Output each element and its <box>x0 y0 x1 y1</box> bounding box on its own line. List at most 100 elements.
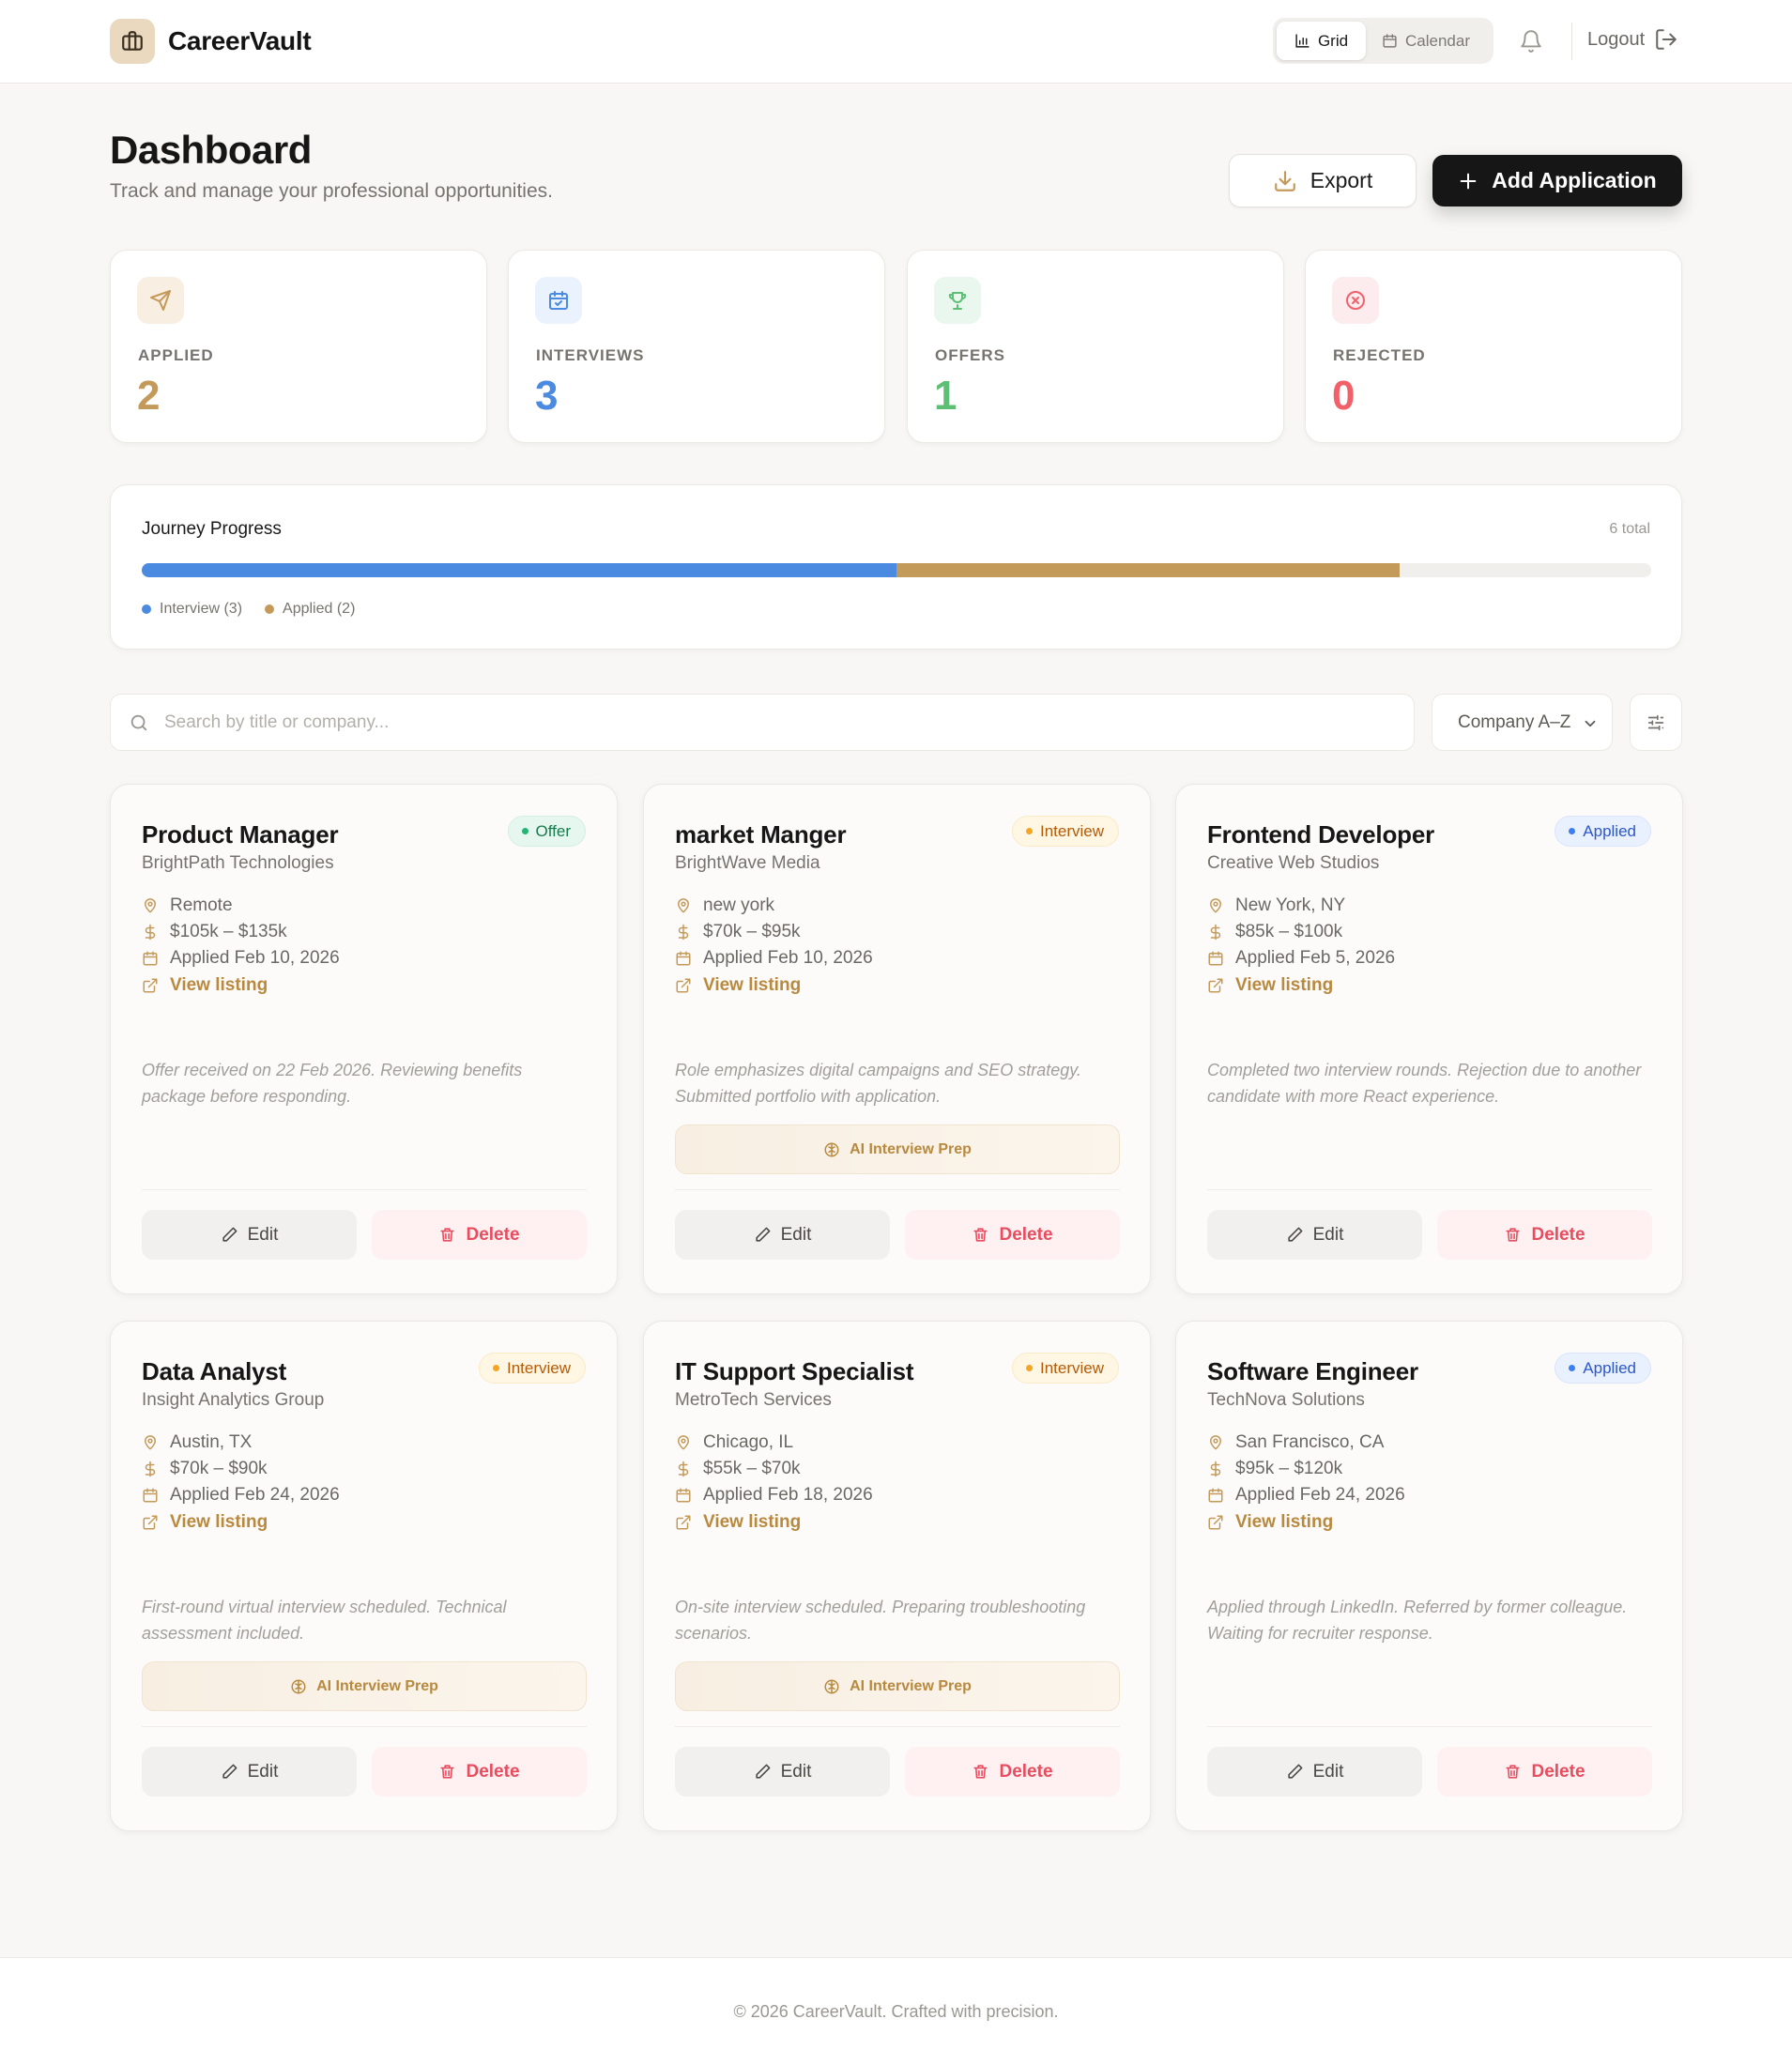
delete-button[interactable]: Delete <box>1437 1210 1652 1260</box>
job-applied-date: Applied Feb 18, 2026 <box>675 1485 873 1506</box>
view-listing-link[interactable]: View listing <box>675 1512 801 1533</box>
brain-icon <box>290 1678 307 1695</box>
trash-icon <box>438 1226 456 1244</box>
status-label: Interview <box>506 1358 571 1377</box>
edit-label: Edit <box>1312 1761 1344 1782</box>
trash-icon <box>972 1763 989 1781</box>
legend-item-applied: Applied (2) <box>265 601 355 618</box>
ai-interview-prep-label: AI Interview Prep <box>850 1677 972 1694</box>
calendar-icon <box>1207 1487 1224 1504</box>
delete-button[interactable]: Delete <box>372 1747 587 1797</box>
calendar-icon <box>1207 950 1224 967</box>
top-navigation-bar: CareerVault Grid Calendar Logout <box>0 0 1792 84</box>
application-card: Frontend Developer Creative Web Studios … <box>1175 784 1683 1294</box>
job-location: new york <box>675 895 774 916</box>
bell-icon[interactable] <box>1519 29 1543 54</box>
applied-date-text: Applied Feb 10, 2026 <box>170 948 340 968</box>
edit-button[interactable]: Edit <box>675 1747 890 1797</box>
add-application-button[interactable]: Add Application <box>1432 155 1682 206</box>
job-location: Chicago, IL <box>675 1432 793 1453</box>
view-listing-link[interactable]: View listing <box>675 975 801 996</box>
view-listing-link[interactable]: View listing <box>142 1512 268 1533</box>
stat-label: REJECTED <box>1333 346 1426 364</box>
logout-button[interactable]: Logout <box>1587 27 1678 52</box>
company-name: BrightPath Technologies <box>142 853 334 873</box>
sort-select[interactable]: Company A–Z <box>1432 694 1613 751</box>
view-grid-button[interactable]: Grid <box>1277 22 1366 60</box>
edit-label: Edit <box>1312 1224 1344 1245</box>
legend-dot <box>142 604 151 614</box>
ai-interview-prep-label: AI Interview Prep <box>316 1677 438 1694</box>
ai-interview-prep-button[interactable]: AI Interview Prep <box>142 1661 587 1711</box>
pencil-icon <box>221 1763 238 1781</box>
status-badge: Interview <box>1011 1353 1119 1384</box>
download-icon <box>1274 170 1295 191</box>
job-location: Remote <box>142 895 233 916</box>
stat-value: 2 <box>137 373 161 419</box>
view-listing-link[interactable]: View listing <box>142 975 268 996</box>
edit-button[interactable]: Edit <box>142 1210 357 1260</box>
search-input[interactable] <box>164 711 1414 733</box>
ai-interview-prep-label: AI Interview Prep <box>850 1140 972 1157</box>
view-listing-link[interactable]: View listing <box>1207 975 1333 996</box>
status-dot <box>1025 828 1033 834</box>
applied-date-text: Applied Feb 10, 2026 <box>703 948 873 968</box>
bar-chart-icon <box>1295 34 1310 48</box>
status-badge: Interview <box>478 1353 586 1384</box>
trash-icon <box>1504 1763 1522 1781</box>
journey-legend: Interview (3) Applied (2) <box>142 601 355 618</box>
status-dot <box>1025 1365 1033 1371</box>
journey-title: Journey Progress <box>142 519 282 539</box>
status-label: Interview <box>1039 821 1104 840</box>
view-listing-link[interactable]: View listing <box>1207 1512 1333 1533</box>
job-note: Applied through LinkedIn. Referred by fo… <box>1207 1598 1628 1643</box>
edit-button[interactable]: Edit <box>1207 1210 1422 1260</box>
search-box <box>110 694 1415 751</box>
location-text: Remote <box>170 895 233 915</box>
calendar-icon <box>1383 34 1397 48</box>
application-card: market Manger BrightWave Media Interview… <box>643 784 1151 1294</box>
stat-card-offers: OFFERS 1 <box>907 250 1284 443</box>
brain-icon <box>823 1141 840 1158</box>
job-title: Frontend Developer <box>1207 820 1434 849</box>
card-divider <box>675 1726 1120 1727</box>
stat-label: OFFERS <box>935 346 1005 364</box>
delete-button[interactable]: Delete <box>905 1210 1120 1260</box>
delete-button[interactable]: Delete <box>372 1210 587 1260</box>
plus-icon <box>1460 173 1477 189</box>
job-applied-date: Applied Feb 10, 2026 <box>675 948 873 969</box>
status-label: Offer <box>535 821 571 840</box>
ai-interview-prep-button[interactable]: AI Interview Prep <box>675 1661 1120 1711</box>
pencil-icon <box>754 1763 772 1781</box>
job-note: First-round virtual interview scheduled.… <box>142 1598 507 1643</box>
status-label: Applied <box>1583 821 1636 840</box>
export-label: Export <box>1310 168 1373 192</box>
external-link-icon <box>142 1514 159 1531</box>
stat-value: 0 <box>1332 373 1355 419</box>
trash-icon <box>1504 1226 1522 1244</box>
job-location: San Francisco, CA <box>1207 1432 1384 1453</box>
location-text: San Francisco, CA <box>1235 1432 1385 1452</box>
company-name: TechNova Solutions <box>1207 1390 1365 1410</box>
export-button[interactable]: Export <box>1229 154 1417 207</box>
ai-interview-prep-button[interactable]: AI Interview Prep <box>675 1124 1120 1174</box>
brand[interactable]: CareerVault <box>110 19 312 64</box>
edit-button[interactable]: Edit <box>142 1747 357 1797</box>
logout-label: Logout <box>1587 28 1646 50</box>
salary-text: $70k – $95k <box>703 922 801 941</box>
delete-button[interactable]: Delete <box>1437 1747 1652 1797</box>
trophy-icon <box>934 277 981 324</box>
edit-button[interactable]: Edit <box>1207 1747 1422 1797</box>
legend-item-interview: Interview (3) <box>142 601 242 618</box>
filter-button[interactable] <box>1630 694 1682 751</box>
job-note: On-site interview scheduled. Preparing t… <box>675 1598 1086 1643</box>
delete-button[interactable]: Delete <box>905 1747 1120 1797</box>
view-calendar-button[interactable]: Calendar <box>1366 22 1486 60</box>
logout-icon <box>1656 29 1677 50</box>
edit-button[interactable]: Edit <box>675 1210 890 1260</box>
status-label: Interview <box>1039 1358 1104 1377</box>
journey-segment-1 <box>896 563 1400 577</box>
salary-text: $105k – $135k <box>170 922 287 941</box>
page-subtitle: Track and manage your professional oppor… <box>110 180 553 202</box>
external-link-icon <box>1207 1514 1224 1531</box>
